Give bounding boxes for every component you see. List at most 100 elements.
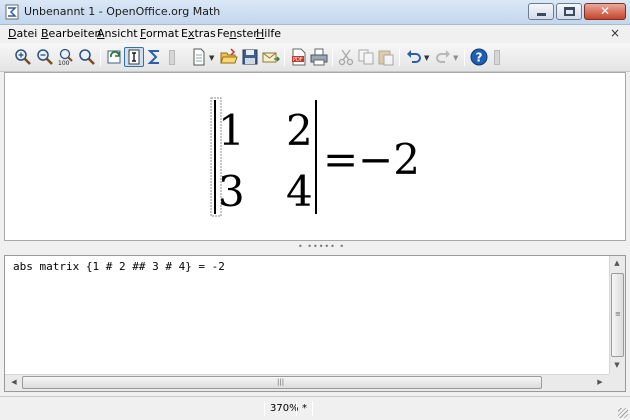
email-button[interactable]: [262, 48, 280, 66]
save-button[interactable]: [241, 48, 259, 66]
zoom-100-button[interactable]: 100: [57, 48, 75, 66]
zoom-100-icon: 100: [58, 48, 73, 66]
status-separator: [296, 401, 297, 416]
openoffice-math-app-icon: [5, 4, 19, 20]
menu-format[interactable]: Format: [140, 27, 179, 40]
maximize-icon: [564, 7, 575, 16]
formula-cursor-icon: [128, 49, 140, 65]
help-button[interactable]: ?: [470, 48, 488, 66]
redo-icon: [436, 50, 450, 63]
copy-button[interactable]: [357, 48, 375, 66]
new-button[interactable]: [190, 48, 208, 66]
toolbar: 100 ▼ PDF ▼ ▼ ?: [0, 43, 630, 72]
symbols-icon: [147, 50, 159, 64]
symbols-button[interactable]: [146, 48, 164, 66]
close-document-icon[interactable]: ×: [610, 26, 620, 40]
menu-hilfe[interactable]: Hilfe: [256, 27, 281, 40]
window-title: Unbenannt 1 - OpenOffice.org Math: [24, 5, 221, 18]
toolbar-separator: [332, 49, 333, 66]
menu-fenster[interactable]: Fenster: [217, 27, 258, 40]
scroll-right-icon[interactable]: ▶: [593, 378, 607, 386]
zoom-level[interactable]: 370%: [270, 403, 299, 414]
status-separator: [264, 401, 265, 416]
minimize-icon: [537, 13, 546, 16]
window-splitter[interactable]: • ••••• •: [0, 241, 630, 255]
formula-rendering: 1 2 3 4 = −2: [210, 97, 420, 217]
menu-bar: Datei Bearbeiten Ansicht Format Extras F…: [0, 25, 630, 43]
paste-button[interactable]: [377, 48, 395, 66]
update-icon: [107, 50, 121, 64]
zoom-out-button[interactable]: [36, 48, 54, 66]
splitter-grip-icon: • ••••• •: [298, 242, 346, 251]
print-icon: [310, 48, 328, 66]
new-icon: [193, 48, 205, 66]
toolbar-separator: [284, 49, 285, 66]
export-pdf-button[interactable]: PDF: [290, 48, 308, 66]
menu-datei[interactable]: Datei: [8, 27, 37, 40]
toolbar-separator: [464, 49, 465, 66]
help-icon: ?: [470, 48, 488, 66]
scroll-left-icon[interactable]: ◀: [7, 378, 21, 386]
matrix-cell-2-1: 3: [218, 167, 245, 216]
modified-indicator: *: [302, 403, 307, 414]
undo-icon: [407, 50, 421, 63]
zoom-in-icon: [15, 49, 31, 65]
scrollbar-corner: [609, 374, 625, 391]
menu-bearbeiten[interactable]: Bearbeiten: [41, 27, 101, 40]
scroll-grip-icon: ≡: [615, 310, 621, 318]
export-pdf-icon: PDF: [292, 48, 306, 66]
toolbar-overflow-handle[interactable]: [169, 50, 175, 65]
svg-text:PDF: PDF: [293, 57, 303, 63]
email-icon: [262, 52, 280, 63]
status-bar: 370% *: [0, 396, 630, 420]
scroll-down-icon[interactable]: ▼: [610, 361, 624, 369]
scroll-up-icon[interactable]: ▲: [610, 259, 624, 267]
resize-grip[interactable]: [618, 408, 628, 418]
formula-display: 1 2 3 4 = −2: [4, 72, 626, 241]
zoom-fit-icon: [79, 49, 95, 65]
update-button[interactable]: [106, 48, 124, 66]
minimize-button[interactable]: [528, 3, 554, 20]
horizontal-scrollbar[interactable]: ◀ ||| ▶: [5, 374, 611, 391]
zoom-100-label: 100: [58, 60, 70, 66]
toolbar-separator: [100, 49, 101, 66]
zoom-fit-button[interactable]: [78, 48, 96, 66]
close-icon: ✕: [599, 4, 611, 18]
zoom-in-button[interactable]: [14, 48, 32, 66]
vertical-scrollbar[interactable]: ▲ ≡ ▼: [609, 256, 625, 375]
open-icon: [220, 48, 238, 64]
copy-icon: [358, 49, 374, 65]
save-icon: [242, 49, 258, 65]
toolbar-overflow-handle[interactable]: [494, 50, 500, 65]
new-dropdown-icon[interactable]: ▼: [209, 54, 214, 62]
cut-button[interactable]: [337, 48, 355, 66]
status-separator: [312, 401, 313, 416]
close-button[interactable]: ✕: [584, 3, 626, 20]
svg-text:?: ?: [476, 51, 483, 65]
zoom-out-icon: [37, 49, 53, 65]
undo-dropdown-icon[interactable]: ▼: [424, 54, 429, 62]
result-value: −2: [358, 135, 420, 184]
matrix-cell-2-2: 4: [286, 167, 313, 216]
command-window[interactable]: abs matrix {1 # 2 ## 3 # 4} = -2 ▲ ≡ ▼ ◀…: [4, 255, 626, 392]
print-button[interactable]: [310, 48, 328, 66]
paste-icon: [378, 50, 394, 66]
cut-icon: [338, 49, 354, 66]
redo-button[interactable]: [434, 48, 452, 66]
open-button[interactable]: [220, 48, 238, 66]
redo-dropdown-icon[interactable]: ▼: [453, 54, 458, 62]
title-bar: Unbenannt 1 - OpenOffice.org Math ✕: [0, 0, 630, 25]
scroll-grip-icon: |||: [277, 378, 285, 386]
menu-ansicht[interactable]: Ansicht: [97, 27, 138, 40]
horizontal-scroll-thumb[interactable]: |||: [22, 376, 542, 389]
toolbar-separator: [399, 49, 400, 66]
formula-cursor-button[interactable]: [124, 47, 144, 67]
formula-command-input[interactable]: abs matrix {1 # 2 ## 3 # 4} = -2: [13, 260, 225, 273]
menu-extras[interactable]: Extras: [181, 27, 216, 40]
matrix-cell-1-2: 2: [286, 106, 313, 155]
undo-button[interactable]: [405, 48, 423, 66]
vertical-scroll-thumb[interactable]: ≡: [611, 273, 624, 357]
equals-sign: =: [323, 135, 358, 184]
matrix-cell-1-1: 1: [218, 106, 245, 155]
maximize-button[interactable]: [556, 3, 582, 20]
